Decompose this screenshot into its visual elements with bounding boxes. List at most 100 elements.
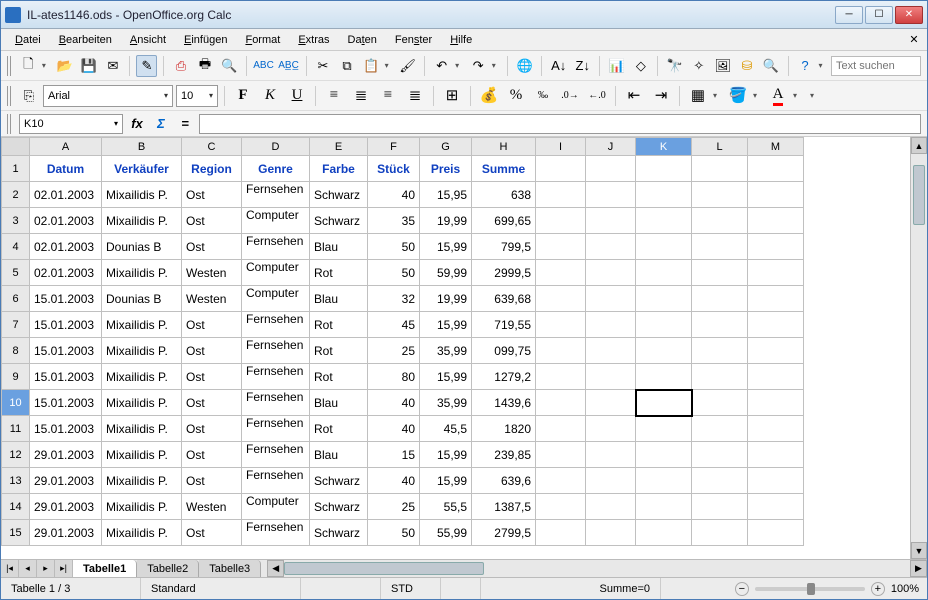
paste-dropdown[interactable]: ▾ (385, 61, 395, 70)
cell-H9[interactable]: 1279,2 (472, 364, 536, 390)
cell-B13[interactable]: Mixailidis P. (102, 468, 182, 494)
cell-K6[interactable] (636, 286, 692, 312)
preview-icon[interactable]: 🔍 (219, 55, 240, 77)
zoom-slider[interactable]: − + 100% (661, 582, 927, 596)
cell-H13[interactable]: 639,6 (472, 468, 536, 494)
cell-H12[interactable]: 239,85 (472, 442, 536, 468)
cell-J11[interactable] (586, 416, 636, 442)
cell-E2[interactable]: Schwarz (310, 182, 368, 208)
row-header-12[interactable]: 12 (2, 442, 30, 468)
cell-K15[interactable] (636, 520, 692, 546)
cell-K12[interactable] (636, 442, 692, 468)
row-header-5[interactable]: 5 (2, 260, 30, 286)
autospell-icon[interactable]: AB̲C̲ (278, 55, 300, 77)
cell-L12[interactable] (692, 442, 748, 468)
cell-K11[interactable] (636, 416, 692, 442)
spellcheck-icon[interactable]: ABC (253, 55, 275, 77)
cell-H11[interactable]: 1820 (472, 416, 536, 442)
cell-C1[interactable]: Region (182, 156, 242, 182)
cell-K10[interactable] (636, 390, 692, 416)
cell-C13[interactable]: Ost (182, 468, 242, 494)
cell-A11[interactable]: 15.01.2003 (30, 416, 102, 442)
cell-I15[interactable] (536, 520, 586, 546)
cell-E8[interactable]: Rot (310, 338, 368, 364)
cell-E11[interactable]: Rot (310, 416, 368, 442)
cell-K1[interactable] (636, 156, 692, 182)
redo-dropdown[interactable]: ▾ (492, 61, 502, 70)
cell-H8[interactable]: 099,75 (472, 338, 536, 364)
cell-A7[interactable]: 15.01.2003 (30, 312, 102, 338)
cell-L15[interactable] (692, 520, 748, 546)
sheet-tab-tabelle2[interactable]: Tabelle2 (137, 560, 199, 577)
borders-icon[interactable]: ▦ (686, 85, 710, 107)
cell-E6[interactable]: Blau (310, 286, 368, 312)
cell-A9[interactable]: 15.01.2003 (30, 364, 102, 390)
cell-M8[interactable] (748, 338, 804, 364)
cell-H2[interactable]: 638 (472, 182, 536, 208)
align-center-icon[interactable]: ≣ (349, 85, 373, 107)
cell-H1[interactable]: Summe (472, 156, 536, 182)
cell-J14[interactable] (586, 494, 636, 520)
cell-D2[interactable]: Fernsehen (242, 182, 310, 208)
indent-dec-icon[interactable]: ⇤ (622, 85, 646, 107)
borders-dd[interactable]: ▾ (713, 91, 723, 100)
cell-I4[interactable] (536, 234, 586, 260)
cell-A15[interactable]: 29.01.2003 (30, 520, 102, 546)
cell-G13[interactable]: 15,99 (420, 468, 472, 494)
cell-F3[interactable]: 35 (368, 208, 420, 234)
cell-L7[interactable] (692, 312, 748, 338)
cell-J5[interactable] (586, 260, 636, 286)
cell-E14[interactable]: Schwarz (310, 494, 368, 520)
cell-H7[interactable]: 719,55 (472, 312, 536, 338)
cell-M13[interactable] (748, 468, 804, 494)
menu-extras[interactable]: Extras (290, 32, 337, 48)
cell-D15[interactable]: Fernsehen (242, 520, 310, 546)
cell-A4[interactable]: 02.01.2003 (30, 234, 102, 260)
font-size-combo[interactable]: 10▾ (176, 85, 218, 107)
toolbar-overflow[interactable]: ▾ (819, 61, 829, 70)
cell-I11[interactable] (536, 416, 586, 442)
cell-F12[interactable]: 15 (368, 442, 420, 468)
cell-F10[interactable]: 40 (368, 390, 420, 416)
find-icon[interactable]: 🔭 (664, 55, 685, 77)
cell-B3[interactable]: Mixailidis P. (102, 208, 182, 234)
fmt-overflow[interactable]: ▾ (810, 91, 820, 100)
cell-J12[interactable] (586, 442, 636, 468)
standard-fmt-icon[interactable]: ‰ (531, 85, 555, 107)
formula-grip[interactable] (7, 114, 12, 134)
cell-L5[interactable] (692, 260, 748, 286)
cell-D4[interactable]: Fernsehen (242, 234, 310, 260)
cell-B14[interactable]: Mixailidis P. (102, 494, 182, 520)
name-box[interactable]: K10▾ (19, 114, 123, 134)
cell-C7[interactable]: Ost (182, 312, 242, 338)
cell-H10[interactable]: 1439,6 (472, 390, 536, 416)
cell-I12[interactable] (536, 442, 586, 468)
paste-icon[interactable]: 📋 (361, 55, 382, 77)
menu-einfuegen[interactable]: Einfügen (176, 32, 235, 48)
cell-A10[interactable]: 15.01.2003 (30, 390, 102, 416)
open-icon[interactable]: 📂 (54, 55, 75, 77)
cell-K2[interactable] (636, 182, 692, 208)
menu-close-icon[interactable]: ✕ (907, 32, 921, 46)
close-button[interactable]: ✕ (895, 6, 923, 24)
cell-G9[interactable]: 15,99 (420, 364, 472, 390)
cell-K7[interactable] (636, 312, 692, 338)
cell-M14[interactable] (748, 494, 804, 520)
row-header-9[interactable]: 9 (2, 364, 30, 390)
cell-F15[interactable]: 50 (368, 520, 420, 546)
cell-C10[interactable]: Ost (182, 390, 242, 416)
cell-D3[interactable]: Computer (242, 208, 310, 234)
cell-F14[interactable]: 25 (368, 494, 420, 520)
cell-M3[interactable] (748, 208, 804, 234)
cell-G5[interactable]: 59,99 (420, 260, 472, 286)
cell-G4[interactable]: 15,99 (420, 234, 472, 260)
cell-M2[interactable] (748, 182, 804, 208)
cell-C6[interactable]: Westen (182, 286, 242, 312)
cell-A14[interactable]: 29.01.2003 (30, 494, 102, 520)
cell-B10[interactable]: Mixailidis P. (102, 390, 182, 416)
col-header-H[interactable]: H (472, 138, 536, 156)
cell-F2[interactable]: 40 (368, 182, 420, 208)
cell-A8[interactable]: 15.01.2003 (30, 338, 102, 364)
cell-G7[interactable]: 15,99 (420, 312, 472, 338)
col-header-C[interactable]: C (182, 138, 242, 156)
